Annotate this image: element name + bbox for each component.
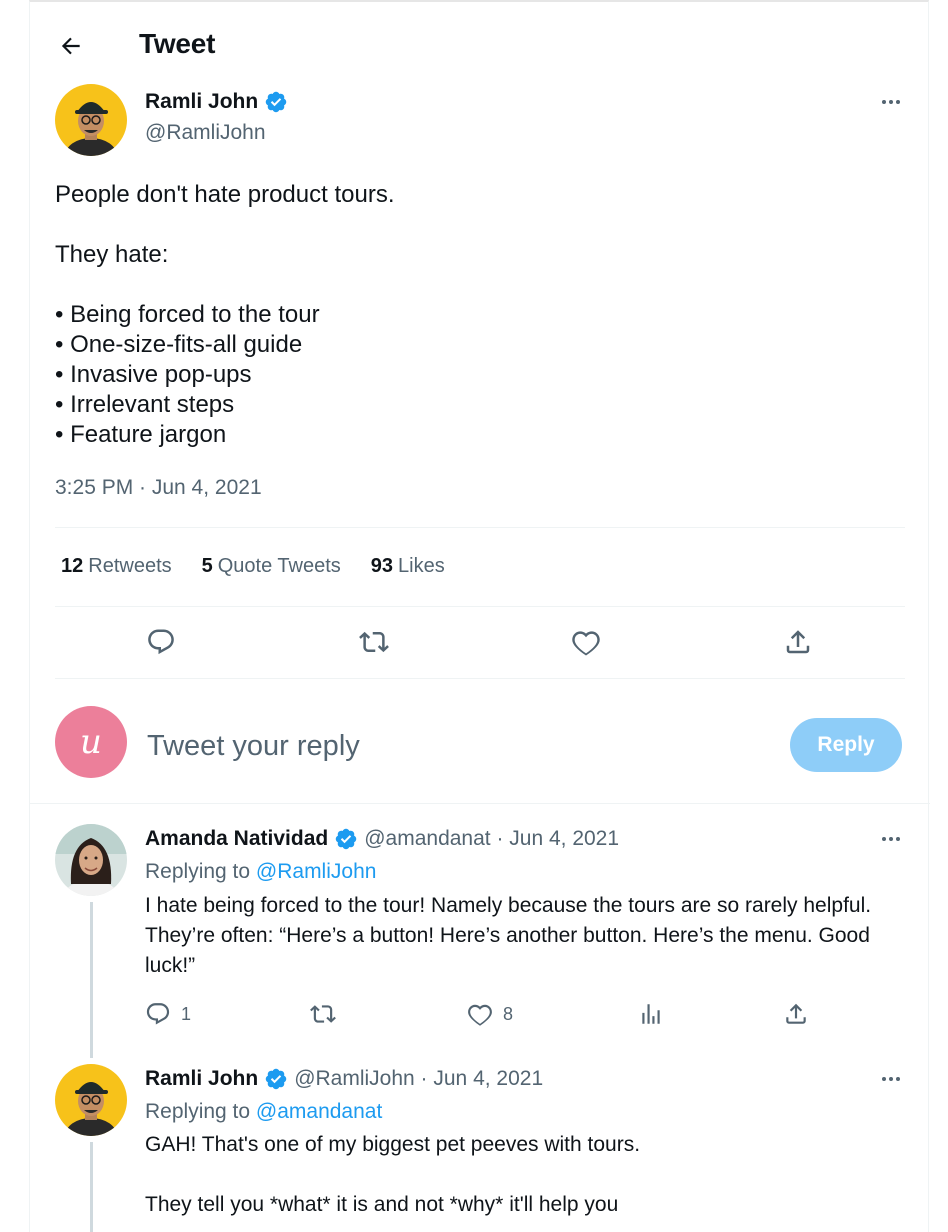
verified-badge-icon — [265, 1068, 287, 1090]
heart-icon — [572, 631, 600, 656]
like-action-button[interactable] — [564, 620, 608, 664]
author-handle: @RamliJohn — [145, 121, 266, 144]
reply-more-button[interactable] — [873, 821, 909, 857]
divider — [55, 678, 905, 679]
reply-more-button[interactable] — [873, 1061, 909, 1097]
retweet-action-button[interactable] — [352, 620, 396, 664]
reply-input[interactable] — [147, 724, 767, 768]
more-options-button[interactable] — [873, 84, 909, 120]
share-icon — [786, 1003, 806, 1024]
divider — [55, 606, 905, 607]
reply-text: I hate being forced to the tour! Namely … — [145, 894, 872, 977]
retweets-count: 12 — [61, 555, 84, 577]
reply-author-avatar[interactable] — [55, 824, 127, 896]
reply-count: 1 — [181, 1003, 192, 1024]
author-avatar[interactable] — [55, 84, 127, 156]
quote-tweets-count: 5 — [201, 555, 213, 577]
reply-meta: @RamliJohn · Jun 4, 2021 — [294, 1067, 544, 1090]
replying-to-label: Replying to — [145, 1100, 251, 1123]
reply-action-button[interactable] — [139, 620, 183, 664]
replying-to: Replying to @RamliJohn — [145, 860, 376, 884]
reply-author-name[interactable]: Amanda Natividad — [145, 827, 328, 851]
reply-icon — [146, 1003, 170, 1025]
likes-label: Likes — [398, 555, 445, 577]
retweet-icon — [310, 1005, 336, 1023]
reply-header: Amanda Natividad @amandanat · Jun 4, 202… — [145, 827, 619, 851]
more-icon — [882, 100, 900, 104]
author-name-row: Ramli John — [145, 90, 288, 114]
composer-avatar: u — [55, 706, 127, 778]
replying-to-label: Replying to — [145, 860, 251, 883]
quote-tweets-stat[interactable]: 5 Quote Tweets — [202, 555, 341, 578]
reply-text: GAH! That's one of my biggest pet peeves… — [145, 1133, 641, 1216]
reply-reply-button[interactable]: 1 — [145, 994, 191, 1034]
replying-to-mention[interactable]: @RamliJohn — [256, 860, 377, 883]
verified-badge-icon — [265, 91, 287, 113]
reply-button[interactable]: Reply — [790, 718, 902, 772]
reply-retweet-button[interactable] — [310, 994, 336, 1034]
back-arrow-icon — [61, 37, 80, 55]
reply-author-avatar[interactable] — [55, 1064, 127, 1136]
back-button[interactable] — [53, 28, 89, 64]
top-bar: Tweet — [30, 2, 930, 88]
retweet-icon — [359, 631, 389, 653]
thread-line — [90, 902, 93, 1058]
reply-header: Ramli John @RamliJohn · Jun 4, 2021 — [145, 1067, 543, 1091]
quote-tweets-label: Quote Tweets — [217, 555, 341, 577]
share-icon — [786, 630, 810, 654]
replying-to: Replying to @amandanat — [145, 1100, 382, 1124]
author-name[interactable]: Ramli John — [145, 90, 258, 114]
retweets-stat[interactable]: 12 Retweets — [61, 555, 172, 578]
tweet-timestamp[interactable]: 3:25 PM · Jun 4, 2021 — [55, 476, 262, 500]
heart-icon — [468, 1004, 492, 1026]
replying-to-mention[interactable]: @amandanat — [256, 1100, 382, 1123]
reply-like-button[interactable]: 8 — [467, 994, 513, 1034]
divider — [55, 527, 905, 528]
verified-badge-icon — [335, 828, 357, 850]
reply-analytics-button[interactable] — [638, 994, 664, 1034]
reply-author-name[interactable]: Ramli John — [145, 1067, 258, 1091]
composer-avatar-letter: u — [80, 722, 102, 762]
reply-meta: @amandanat · Jun 4, 2021 — [364, 827, 620, 850]
more-icon — [882, 837, 900, 841]
reply-share-button[interactable] — [783, 994, 809, 1034]
tweet-detail-column: Tweet Ramli John @RamliJohn People don't… — [29, 0, 930, 1232]
more-icon — [882, 1077, 900, 1081]
like-count: 8 — [503, 1003, 514, 1024]
page-title: Tweet — [139, 28, 216, 59]
reply-icon — [148, 629, 174, 655]
reply-action-bar: 1 8 — [135, 994, 806, 1034]
likes-stat[interactable]: 93 Likes — [371, 555, 445, 578]
thread-line — [90, 1142, 93, 1232]
likes-count: 93 — [370, 555, 394, 577]
share-action-button[interactable] — [776, 620, 820, 664]
tweet-stats: 12 Retweets 5 Quote Tweets 93 Likes — [61, 555, 445, 578]
analytics-icon — [642, 1004, 660, 1024]
composer-separator — [30, 803, 930, 804]
tweet-action-bar — [30, 620, 930, 670]
retweets-label: Retweets — [88, 555, 172, 577]
tweet-text: People don't hate product tours. They ha… — [55, 181, 395, 448]
